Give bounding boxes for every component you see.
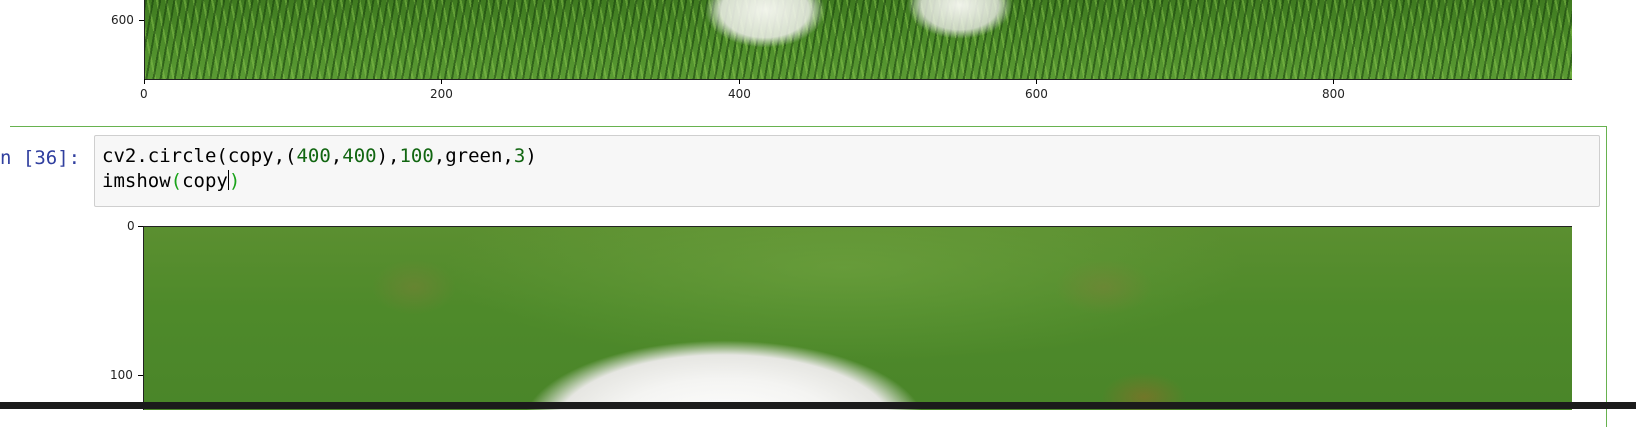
x-tick-mark [1333,79,1334,84]
x-tick-mark [441,79,442,84]
code-matched-paren: ( [170,170,183,192]
y-tick-mark [138,375,143,376]
x-tick-mark [739,79,740,84]
code-line-1[interactable]: cv2.circle(copy,(400,400),100,green,3) [102,145,537,167]
code-token: cv2.circle(copy,( [102,145,297,167]
y-tick-label: 0 [127,219,135,233]
code-number: 400 [342,145,377,167]
y-tick-label: 100 [110,368,133,382]
x-tick-label: 600 [1025,87,1048,101]
code-editor[interactable]: cv2.circle(copy,(400,400),100,green,3) i… [94,135,1600,207]
dog-image-output [143,226,1572,410]
code-function: imshow [102,170,171,192]
code-token: ), [376,145,400,167]
y-tick-label: 600 [111,13,134,27]
code-token: copy [182,170,228,192]
taskbar-strip [0,402,1636,409]
code-matched-paren: ) [228,170,241,192]
code-number: 100 [399,145,434,167]
code-number: 400 [296,145,331,167]
x-tick-mark [144,79,145,84]
y-tick-mark [138,226,143,227]
code-token: , [330,145,343,167]
y-tick-mark [139,20,144,21]
code-token: ,green, [433,145,514,167]
x-tick-label: 800 [1322,87,1345,101]
x-tick-label: 0 [140,87,148,101]
x-tick-mark [1036,79,1037,84]
grass-image-output [144,0,1572,80]
code-line-2[interactable]: imshow(copy) [102,170,240,192]
code-token: ) [525,145,537,167]
x-tick-label: 400 [728,87,751,101]
cell-input-prompt: n [36]: [0,147,81,169]
code-number: 3 [513,145,526,167]
x-tick-label: 200 [430,87,453,101]
